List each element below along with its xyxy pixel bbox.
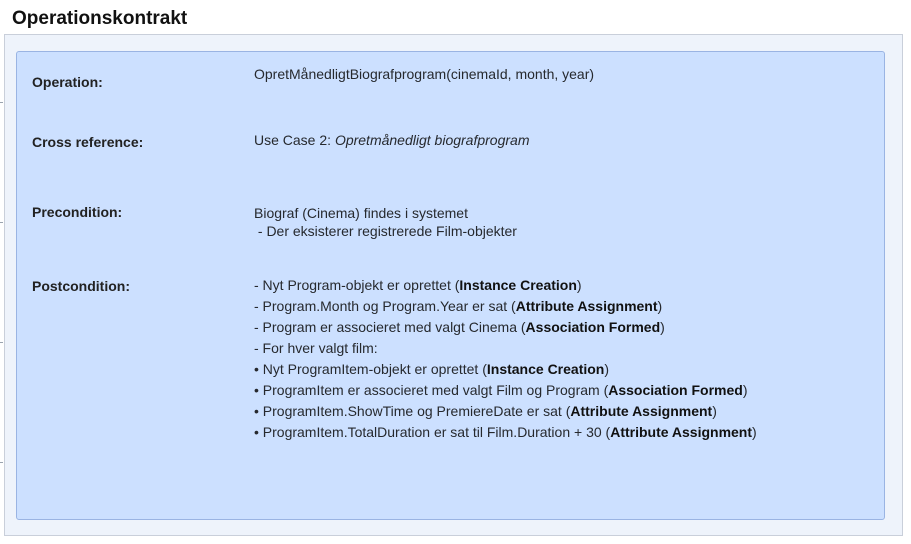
precondition-value: Biograf (Cinema) findes i systemet - Der… (254, 203, 517, 242)
postcondition-line: - Program.Month og Program.Year er sat (… (254, 298, 663, 314)
cross-reference-use-case: Opretmånedligt biografprogram (334, 132, 530, 148)
cross-reference-prefix: Use Case 2: (254, 132, 335, 148)
page-title: Operationskontrakt (12, 8, 188, 29)
edge-tick (0, 102, 3, 103)
postcondition-line: - Nyt Program-objekt er oprettet (Instan… (254, 277, 582, 293)
postcondition-value: - Nyt Program-objekt er oprettet (Instan… (254, 275, 757, 443)
postcondition-line: • ProgramItem.ShowTime og PremiereDate e… (254, 403, 717, 419)
cross-reference-value: Use Case 2: Opretmånedligt biografprogra… (254, 130, 529, 151)
postcondition-line: - For hver valgt film: (254, 340, 378, 356)
postcondition-line: - Program er associeret med valgt Cinema… (254, 319, 665, 335)
operation-value: OpretMånedligtBiografprogram(cinemaId, m… (254, 64, 594, 85)
precondition-line: - Der eksisterer registrerede Film-objek… (254, 223, 517, 239)
operation-signature: OpretMånedligtBiografprogram(cinemaId, m… (254, 66, 595, 82)
edge-tick (0, 342, 3, 343)
edge-tick (0, 462, 3, 463)
cross-reference-label: Cross reference: (32, 134, 144, 150)
postcondition-line: • ProgramItem er associeret med valgt Fi… (254, 382, 748, 398)
postcondition-line: • Nyt ProgramItem-objekt er oprettet (In… (254, 361, 610, 377)
operation-label: Operation: (32, 74, 103, 90)
edge-tick (0, 222, 3, 223)
postcondition-label: Postcondition: (32, 278, 130, 294)
precondition-label: Precondition: (32, 204, 123, 220)
postcondition-line: • ProgramItem.TotalDuration er sat til F… (254, 424, 757, 440)
